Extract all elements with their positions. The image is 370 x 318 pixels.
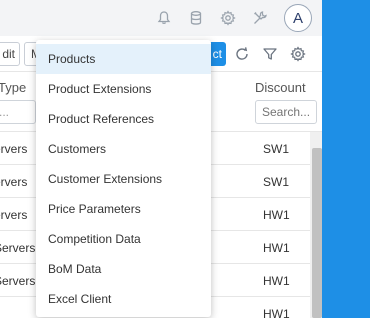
dropdown-menu: Products Product Extensions Product Refe… (36, 40, 211, 317)
type-cell: ervers (0, 142, 28, 156)
avatar[interactable]: A (284, 4, 312, 32)
menu-item-product-references[interactable]: Product References (36, 104, 211, 134)
type-filter-input[interactable] (0, 100, 36, 124)
filter-icon[interactable] (261, 45, 279, 63)
top-header: A (0, 0, 322, 36)
column-header-discount[interactable]: Discount (255, 80, 306, 95)
menu-item-price-parameters[interactable]: Price Parameters (36, 194, 211, 224)
discount-cell: HW1 (263, 208, 290, 222)
right-panel-edge (322, 0, 370, 318)
type-cell: Servers (0, 241, 36, 255)
bell-icon[interactable] (154, 8, 174, 28)
column-header-type[interactable]: Type (0, 80, 26, 95)
tools-icon[interactable] (250, 8, 270, 28)
scrollbar-thumb[interactable] (312, 148, 322, 318)
gear-icon[interactable] (218, 8, 238, 28)
discount-cell: HW1 (263, 307, 290, 318)
avatar-initial: A (292, 9, 303, 27)
edit-button-label: dit (2, 47, 15, 61)
menu-item-bom-data[interactable]: BoM Data (36, 254, 211, 284)
discount-cell: SW1 (263, 142, 290, 156)
menu-item-product-extensions[interactable]: Product Extensions (36, 74, 211, 104)
menu-item-products[interactable]: Products (36, 44, 211, 74)
menu-item-customers[interactable]: Customers (36, 134, 211, 164)
edit-button[interactable]: dit (0, 42, 20, 66)
discount-cell: HW1 (263, 274, 290, 288)
type-cell: Servers (0, 274, 36, 288)
refresh-icon[interactable] (233, 45, 251, 63)
discount-filter-input[interactable] (255, 100, 317, 124)
type-cell: ervers (0, 208, 28, 222)
discount-cell: HW1 (263, 241, 290, 255)
app-window: A dit M ct Type Discount ervers SW1 erve… (0, 0, 322, 318)
database-icon[interactable] (186, 8, 206, 28)
menu-item-customer-extensions[interactable]: Customer Extensions (36, 164, 211, 194)
type-cell: ervers (0, 175, 28, 189)
settings-icon[interactable] (289, 45, 307, 63)
menu-item-excel-client[interactable]: Excel Client (36, 284, 211, 314)
menu-item-competition-data[interactable]: Competition Data (36, 224, 211, 254)
select-button-label: ct (212, 47, 222, 61)
discount-cell: SW1 (263, 175, 290, 189)
